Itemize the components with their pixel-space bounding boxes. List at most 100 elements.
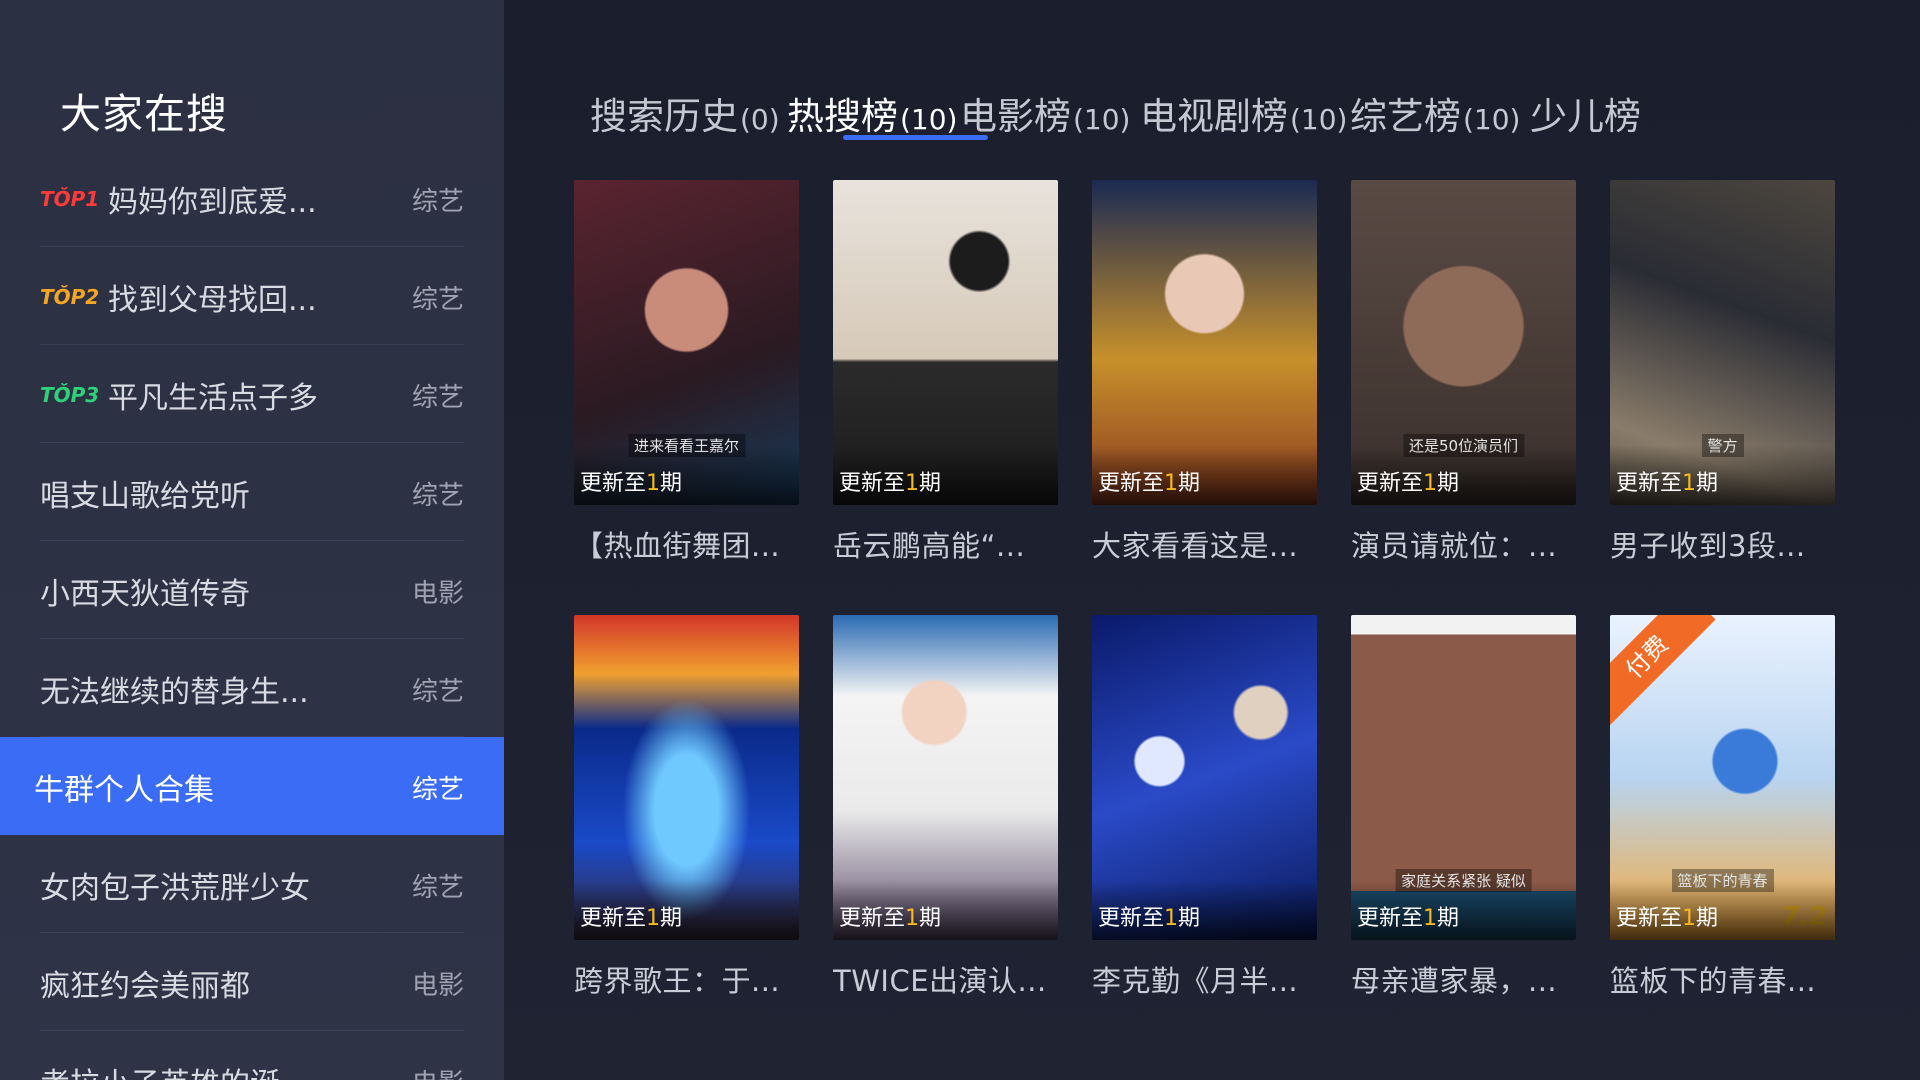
rank-badge: TŎP1 <box>40 187 100 211</box>
update-prefix: 更新至 <box>1616 471 1683 496</box>
sidebar-item-name: 小西天狄道传奇 <box>40 577 250 612</box>
update-suffix: 期 <box>1178 906 1201 931</box>
update-status-overlay: 更新至1期 <box>574 880 799 940</box>
update-suffix: 期 <box>1696 906 1719 931</box>
sidebar-item-category: 综艺 <box>411 873 464 903</box>
tab-1[interactable]: 热搜榜(10) <box>787 86 957 140</box>
card-title: 男子收到3段... <box>1610 529 1806 563</box>
update-suffix: 期 <box>919 471 942 496</box>
sidebar-item-name: 唱支山歌给党听 <box>40 479 250 514</box>
card-title: 演员请就位：... <box>1351 529 1558 563</box>
tab-label: 少儿榜 <box>1530 95 1641 138</box>
poster-image: 更新至1期 <box>1092 615 1317 940</box>
rank-badge: TŎP2 <box>40 285 100 309</box>
update-suffix: 期 <box>660 906 683 931</box>
update-suffix: 期 <box>1437 471 1460 496</box>
update-status-overlay: 更新至1期 <box>1351 445 1576 505</box>
sidebar-item-name: 妈妈你到底爱... <box>108 185 317 220</box>
sidebar-title: 大家在搜 <box>60 90 228 138</box>
update-status: 更新至1期 <box>1357 465 1459 497</box>
card-title: 岳云鹏高能“... <box>833 529 1026 563</box>
update-episode-number: 1 <box>1423 471 1438 496</box>
card-title: 【热血街舞团... <box>574 529 781 563</box>
update-status: 更新至1期 <box>1098 900 1200 932</box>
update-status: 更新至1期 <box>1357 900 1459 932</box>
tab-label: 电影榜 <box>960 95 1071 138</box>
card-title: 母亲遭家暴，... <box>1351 964 1558 998</box>
content-card[interactable]: 更新至1期 跨界歌王：于... <box>574 615 799 1000</box>
update-episode-number: 1 <box>905 906 920 931</box>
tab-5[interactable]: 少儿榜 <box>1530 86 1643 140</box>
hot-search-list: TŎP1 妈妈你到底爱... 综艺 TŎP2 找到父母找回... 综艺 TŎP3 平凡生活点子… <box>0 149 504 1080</box>
update-status: 更新至1期 <box>1098 465 1200 497</box>
content-card[interactable]: 家庭关系紧张 疑似更新至1期母亲遭家暴，... <box>1351 615 1576 1000</box>
sidebar-item[interactable]: 考拉小子英雄的诞 电影 <box>0 1031 504 1080</box>
content-card[interactable]: 进来看看王嘉尔更新至1期【热血街舞团... <box>574 180 799 565</box>
sidebar-item-name: 考拉小子英雄的诞 <box>40 1059 280 1080</box>
update-status-overlay: 更新至1期 <box>833 445 1058 505</box>
tab-count: (10) <box>1290 103 1348 136</box>
sidebar-item[interactable]: 牛群个人合集 综艺 <box>0 737 504 835</box>
sidebar-item[interactable]: 小西天狄道传奇 电影 <box>0 541 504 639</box>
poster-image: 篮板下的青春付费7.2更新至1期 <box>1610 615 1835 940</box>
update-episode-number: 1 <box>646 471 661 496</box>
active-tab-indicator <box>843 135 988 140</box>
poster-image: 还是50位演员们更新至1期 <box>1351 180 1576 505</box>
update-suffix: 期 <box>1178 471 1201 496</box>
sidebar-item[interactable]: 疯狂约会美丽都 电影 <box>0 933 504 1031</box>
update-prefix: 更新至 <box>580 471 647 496</box>
tab-label: 电视剧榜 <box>1140 95 1288 138</box>
sidebar-item-category: 综艺 <box>411 285 464 315</box>
update-prefix: 更新至 <box>580 906 647 931</box>
update-episode-number: 1 <box>1164 471 1179 496</box>
update-status: 更新至1期 <box>839 900 941 932</box>
content-card[interactable]: 还是50位演员们更新至1期演员请就位：... <box>1351 180 1576 565</box>
update-status: 更新至1期 <box>580 900 682 932</box>
update-status-overlay: 更新至1期 <box>1351 880 1576 940</box>
sidebar-item-name: 牛群个人合集 <box>34 773 214 808</box>
content-card[interactable]: 篮板下的青春付费7.2更新至1期篮板下的青春... <box>1610 615 1835 1000</box>
tab-4[interactable]: 综艺榜(10) <box>1350 86 1520 140</box>
content-card[interactable]: 更新至1期 李克勤《月半... <box>1092 615 1317 1000</box>
update-episode-number: 1 <box>1164 906 1179 931</box>
tab-3[interactable]: 电视剧榜(10) <box>1140 86 1347 140</box>
sidebar-item[interactable]: 唱支山歌给党听 综艺 <box>0 443 504 541</box>
update-prefix: 更新至 <box>1357 471 1424 496</box>
sidebar-item[interactable]: 无法继续的替身生... 综艺 <box>0 639 504 737</box>
tab-count: (10) <box>1463 103 1521 136</box>
sidebar-item-name: 无法继续的替身生... <box>40 675 309 710</box>
sidebar-item-category: 电影 <box>411 971 464 1001</box>
card-title: 大家看看这是... <box>1092 529 1299 563</box>
sidebar-item-category: 综艺 <box>411 383 464 413</box>
update-status-overlay: 更新至1期 <box>1092 445 1317 505</box>
sidebar-item-category: 综艺 <box>411 481 464 511</box>
sidebar-item[interactable]: TŎP3 平凡生活点子多 综艺 <box>0 345 504 443</box>
sidebar-item-category: 综艺 <box>411 677 464 707</box>
content-card[interactable]: 更新至1期大家看看这是... <box>1092 180 1317 565</box>
sidebar-item[interactable]: TŎP1 妈妈你到底爱... 综艺 <box>0 149 504 247</box>
content-card[interactable]: 更新至1期岳云鹏高能“... <box>833 180 1058 565</box>
sidebar-item-name: 找到父母找回... <box>108 283 317 318</box>
tab-count: (10) <box>1073 103 1131 136</box>
update-status: 更新至1期 <box>1616 465 1718 497</box>
update-prefix: 更新至 <box>1098 471 1165 496</box>
sidebar: 大家在搜 TŎP1 妈妈你到底爱... 综艺 TŎP2 找到父母找回... 综艺 TŎP3 平… <box>0 0 504 1080</box>
update-prefix: 更新至 <box>1357 906 1424 931</box>
tab-0[interactable]: 搜索历史(0) <box>590 86 780 140</box>
poster-image: 警方更新至1期 <box>1610 180 1835 505</box>
tab-label: 搜索历史 <box>590 95 738 138</box>
sidebar-item-name: 平凡生活点子多 <box>108 381 318 416</box>
sidebar-item-name: 疯狂约会美丽都 <box>40 969 250 1004</box>
content-card[interactable]: 警方更新至1期男子收到3段... <box>1610 180 1835 565</box>
update-status: 更新至1期 <box>839 465 941 497</box>
sidebar-item[interactable]: TŎP2 找到父母找回... 综艺 <box>0 247 504 345</box>
content-card[interactable]: 更新至1期 TWICE出演认... <box>833 615 1058 1000</box>
sidebar-item[interactable]: 女肉包子洪荒胖少女 综艺 <box>0 835 504 933</box>
tab-2[interactable]: 电影榜(10) <box>960 86 1130 140</box>
update-status-overlay: 更新至1期 <box>1610 880 1835 940</box>
update-status-overlay: 更新至1期 <box>1092 880 1317 940</box>
poster-image: 家庭关系紧张 疑似更新至1期 <box>1351 615 1576 940</box>
card-title: TWICE出演认... <box>833 964 1047 998</box>
sidebar-item-name: 女肉包子洪荒胖少女 <box>40 871 310 906</box>
poster-image: 进来看看王嘉尔更新至1期 <box>574 180 799 505</box>
